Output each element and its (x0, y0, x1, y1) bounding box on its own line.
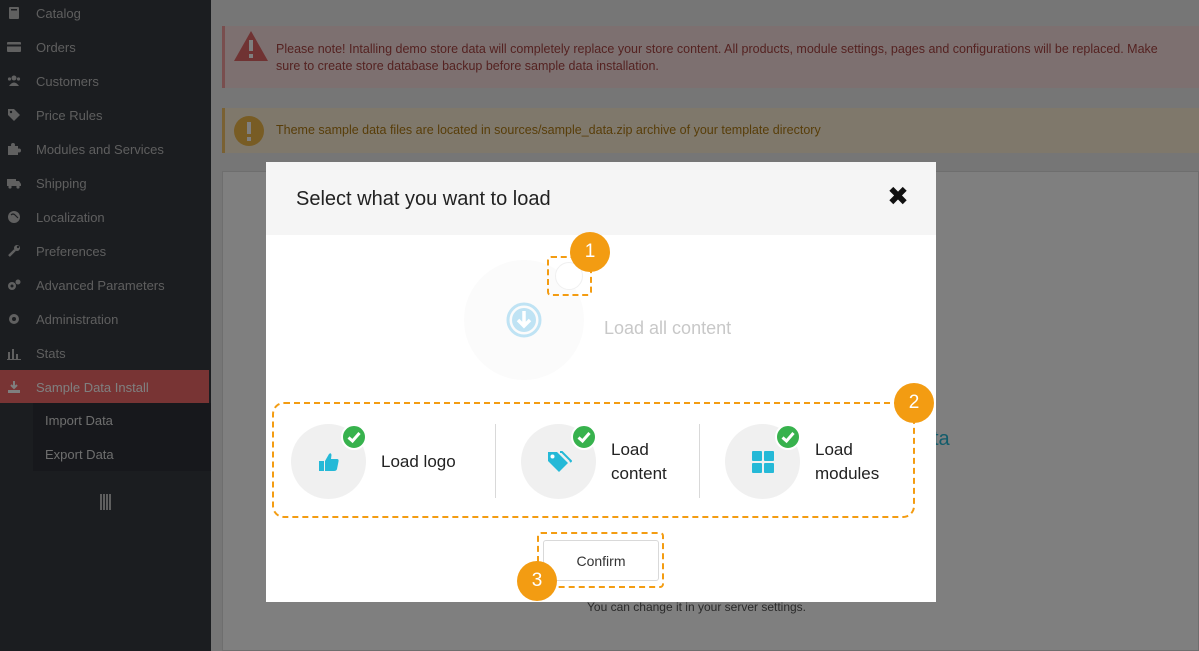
callout-box-2 (272, 402, 915, 518)
modal-title: Select what you want to load (296, 188, 551, 210)
load-all-label: Load all content (604, 318, 732, 338)
callout-badge-1: 1 (570, 232, 610, 272)
modal-header: Select what you want to load ✖ (266, 162, 936, 235)
download-circle-icon (506, 302, 542, 338)
callout-badge-3: 3 (517, 561, 557, 601)
close-icon[interactable]: ✖ (886, 183, 910, 209)
callout-badge-2: 2 (894, 383, 934, 423)
